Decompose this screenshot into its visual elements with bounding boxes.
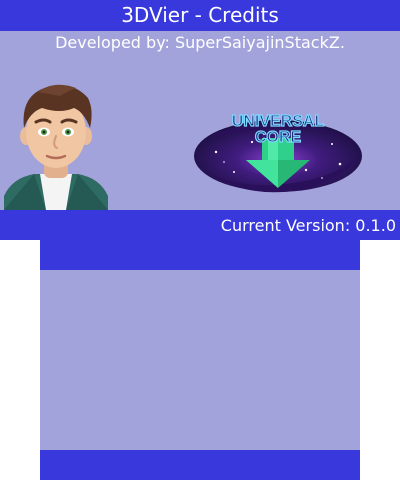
bottom-screen: [40, 240, 360, 480]
version-label: Current Version: 0.1.0: [220, 216, 396, 235]
bottom-screen-header-bar: [40, 240, 360, 270]
developer-credit: Developed by: SuperSaiyajinStackZ.: [55, 33, 345, 52]
page-title: 3DVier - Credits: [121, 3, 279, 27]
universal-core-logo: UNIVERSAL CORE: [194, 112, 362, 193]
logo-text-bottom: CORE: [255, 129, 302, 146]
bottom-screen-footer-bar: [40, 450, 360, 480]
top-screen: 3DVier - Credits Developed by: SuperSaiy…: [0, 0, 400, 240]
logo-text-top: UNIVERSAL: [232, 113, 325, 130]
developer-avatar: [4, 84, 108, 210]
